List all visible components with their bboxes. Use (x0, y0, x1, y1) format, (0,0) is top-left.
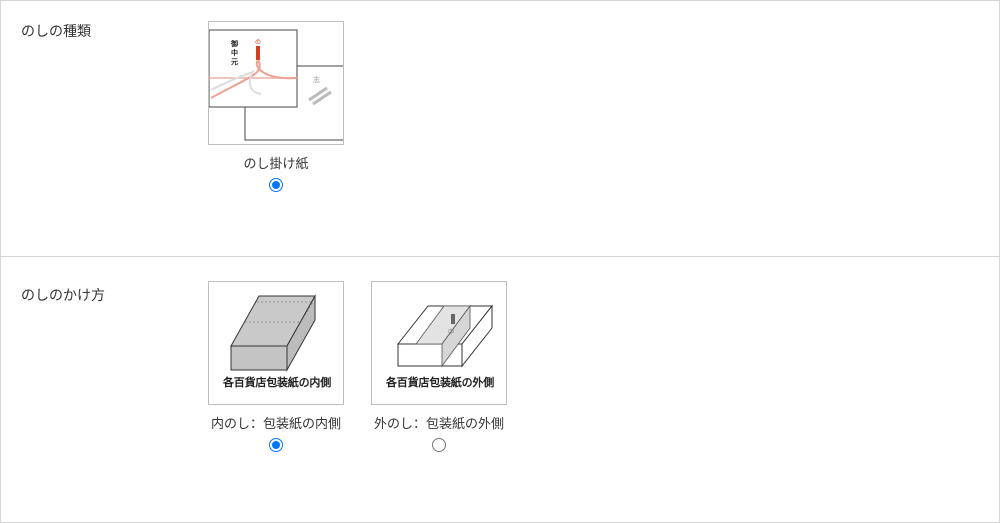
inner-wrap-caption: 各百貨店包装紙の内側 (223, 376, 331, 389)
noshi-method-row: のしのかけ方 各百貨店包装紙の内側 内のし：包装紙の内側 中 各百貨店包装紙の外… (1, 257, 999, 522)
noshi-type-label: のしの種類 (21, 24, 91, 40)
uchinoshi-option[interactable]: 各百貨店包装紙の内側 内のし：包装紙の内側 (208, 281, 344, 452)
svg-text:元: 元 (231, 58, 238, 66)
noshi-kakegami-option[interactable]: 志 御 中 元 の のし掛け紙 (208, 21, 344, 192)
svg-text:志: 志 (313, 75, 320, 84)
sotonoshi-label: 外のし：包装紙の外側 (373, 417, 504, 432)
outer-wrap-caption: 各百貨店包装紙の外側 (386, 376, 494, 389)
svg-text:中: 中 (448, 328, 454, 336)
noshi-kakegami-label: のし掛け紙 (243, 157, 309, 172)
outer-wrap-box-image[interactable]: 中 各百貨店包装紙の外側 (371, 281, 507, 405)
inner-wrap-box-image[interactable]: 各百貨店包装紙の内側 (208, 281, 344, 405)
uchinoshi-radio[interactable] (269, 438, 283, 452)
svg-text:中: 中 (231, 48, 238, 57)
sotonoshi-radio[interactable] (432, 438, 446, 452)
svg-text:御: 御 (230, 39, 238, 48)
sotonoshi-option[interactable]: 中 各百貨店包装紙の外側 外のし：包装紙の外側 (371, 281, 507, 452)
gift-options-panel: のしの種類 志 御 中 元 の のし掛け紙 のしのかけ方 各百貨店包装紙の内側 … (0, 0, 1000, 523)
noshi-method-label: のしのかけ方 (21, 288, 105, 304)
noshi-kakegami-radio[interactable] (269, 178, 283, 192)
noshi-type-row: のしの種類 志 御 中 元 の のし掛け紙 (1, 1, 999, 257)
noshi-kakegami-image[interactable]: 志 御 中 元 の (208, 21, 344, 145)
svg-text:の: の (255, 39, 261, 46)
uchinoshi-label: 内のし：包装紙の内側 (210, 417, 341, 432)
